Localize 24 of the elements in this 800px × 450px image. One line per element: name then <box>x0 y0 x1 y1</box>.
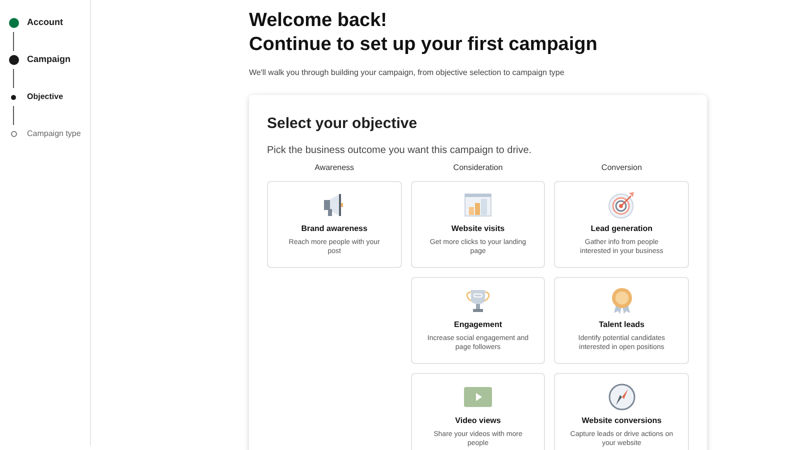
panel-title: Select your objective <box>267 114 418 134</box>
bar-chart-webpage-icon <box>464 191 492 219</box>
column-heading: Awareness <box>314 162 356 174</box>
card-title: Website conversions <box>582 414 662 426</box>
card-title: Brand awareness <box>301 222 368 234</box>
step-label: Campaign <box>27 53 71 66</box>
page-heading: Welcome back! <box>249 9 388 33</box>
step-label: Account <box>27 16 63 30</box>
column-heading: Consideration <box>452 162 504 174</box>
step-label: Campaign type <box>27 128 81 140</box>
compass-icon <box>608 383 636 411</box>
trophy-icon <box>464 287 492 315</box>
target-icon <box>608 191 636 219</box>
page-heading: Continue to set up your first campaign <box>249 33 598 57</box>
card-title: Engagement <box>454 318 502 330</box>
step-label: Objective <box>27 91 64 103</box>
play-icon <box>464 387 492 407</box>
column-heading: Conversion <box>600 162 643 174</box>
card-title: Video views <box>455 414 501 426</box>
card-title: Talent leads <box>598 318 644 330</box>
panel-subtitle: Pick the business outcome you want this campaign to drive. <box>267 144 533 158</box>
card-title: Lead generation <box>590 222 653 234</box>
card-title: Website visits <box>451 222 505 234</box>
intro-text: We'll walk you through building your campaign, from objective selection to campaign type <box>249 67 566 79</box>
